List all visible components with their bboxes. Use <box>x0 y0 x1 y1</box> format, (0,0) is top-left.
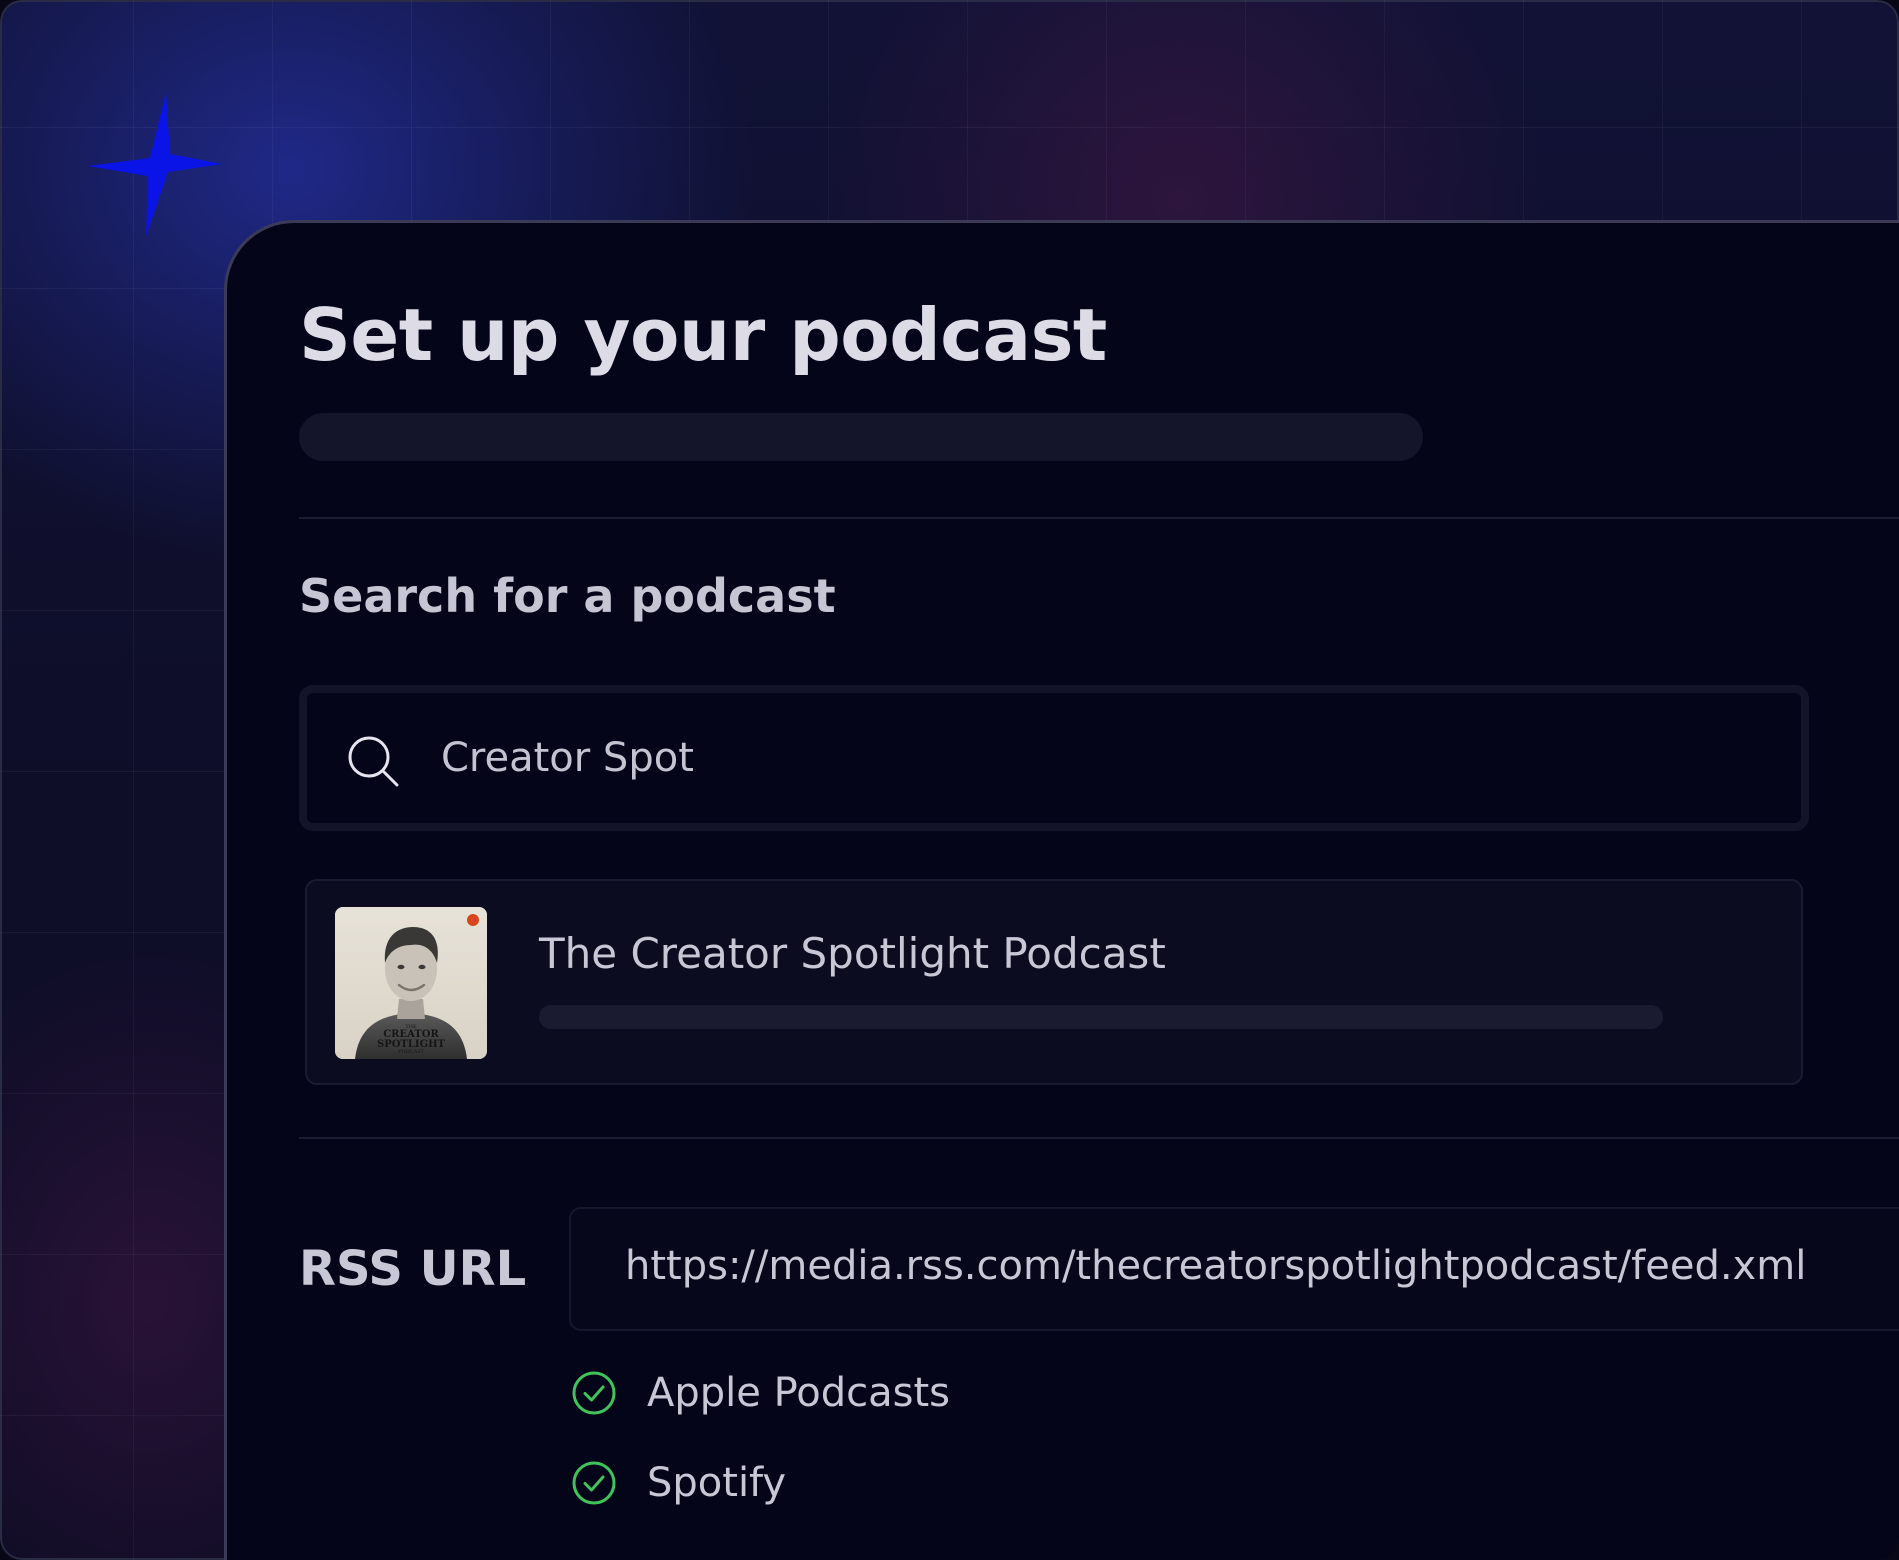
rss-url-value: https://media.rss.com/thecreatorspotligh… <box>625 1243 1807 1289</box>
platform-apple-podcasts: Apple Podcasts <box>571 1369 950 1417</box>
check-circle-icon <box>572 1371 616 1415</box>
check-circle-icon <box>572 1461 616 1505</box>
subtitle-placeholder-bar <box>299 413 1423 461</box>
podcast-result-item[interactable]: THE CREATOR SPOTLIGHT PODCAST The Creato… <box>305 879 1803 1085</box>
app-background: Set up your podcast Search for a podcast <box>0 0 1899 1560</box>
search-icon <box>348 736 399 787</box>
podcast-artwork: THE CREATOR SPOTLIGHT PODCAST <box>335 907 487 1059</box>
section-divider <box>299 1137 1899 1139</box>
page-title: Set up your podcast <box>299 293 1107 377</box>
search-section-heading: Search for a podcast <box>299 569 836 623</box>
artwork-wordmark: THE CREATOR SPOTLIGHT PODCAST <box>376 1024 446 1055</box>
platform-label: Spotify <box>647 1460 787 1506</box>
result-placeholder-bar <box>539 1005 1663 1029</box>
platform-spotify: Spotify <box>571 1459 786 1507</box>
section-divider <box>299 517 1899 519</box>
sparkle-icon <box>88 92 222 236</box>
rss-url-field[interactable]: https://media.rss.com/thecreatorspotligh… <box>569 1207 1899 1331</box>
podcast-result-title: The Creator Spotlight Podcast <box>539 929 1166 978</box>
platform-label: Apple Podcasts <box>647 1370 951 1416</box>
rss-url-label: RSS URL <box>299 1241 527 1297</box>
search-box[interactable] <box>299 685 1809 831</box>
setup-card: Set up your podcast Search for a podcast <box>224 220 1899 1560</box>
search-input[interactable] <box>441 713 1741 803</box>
